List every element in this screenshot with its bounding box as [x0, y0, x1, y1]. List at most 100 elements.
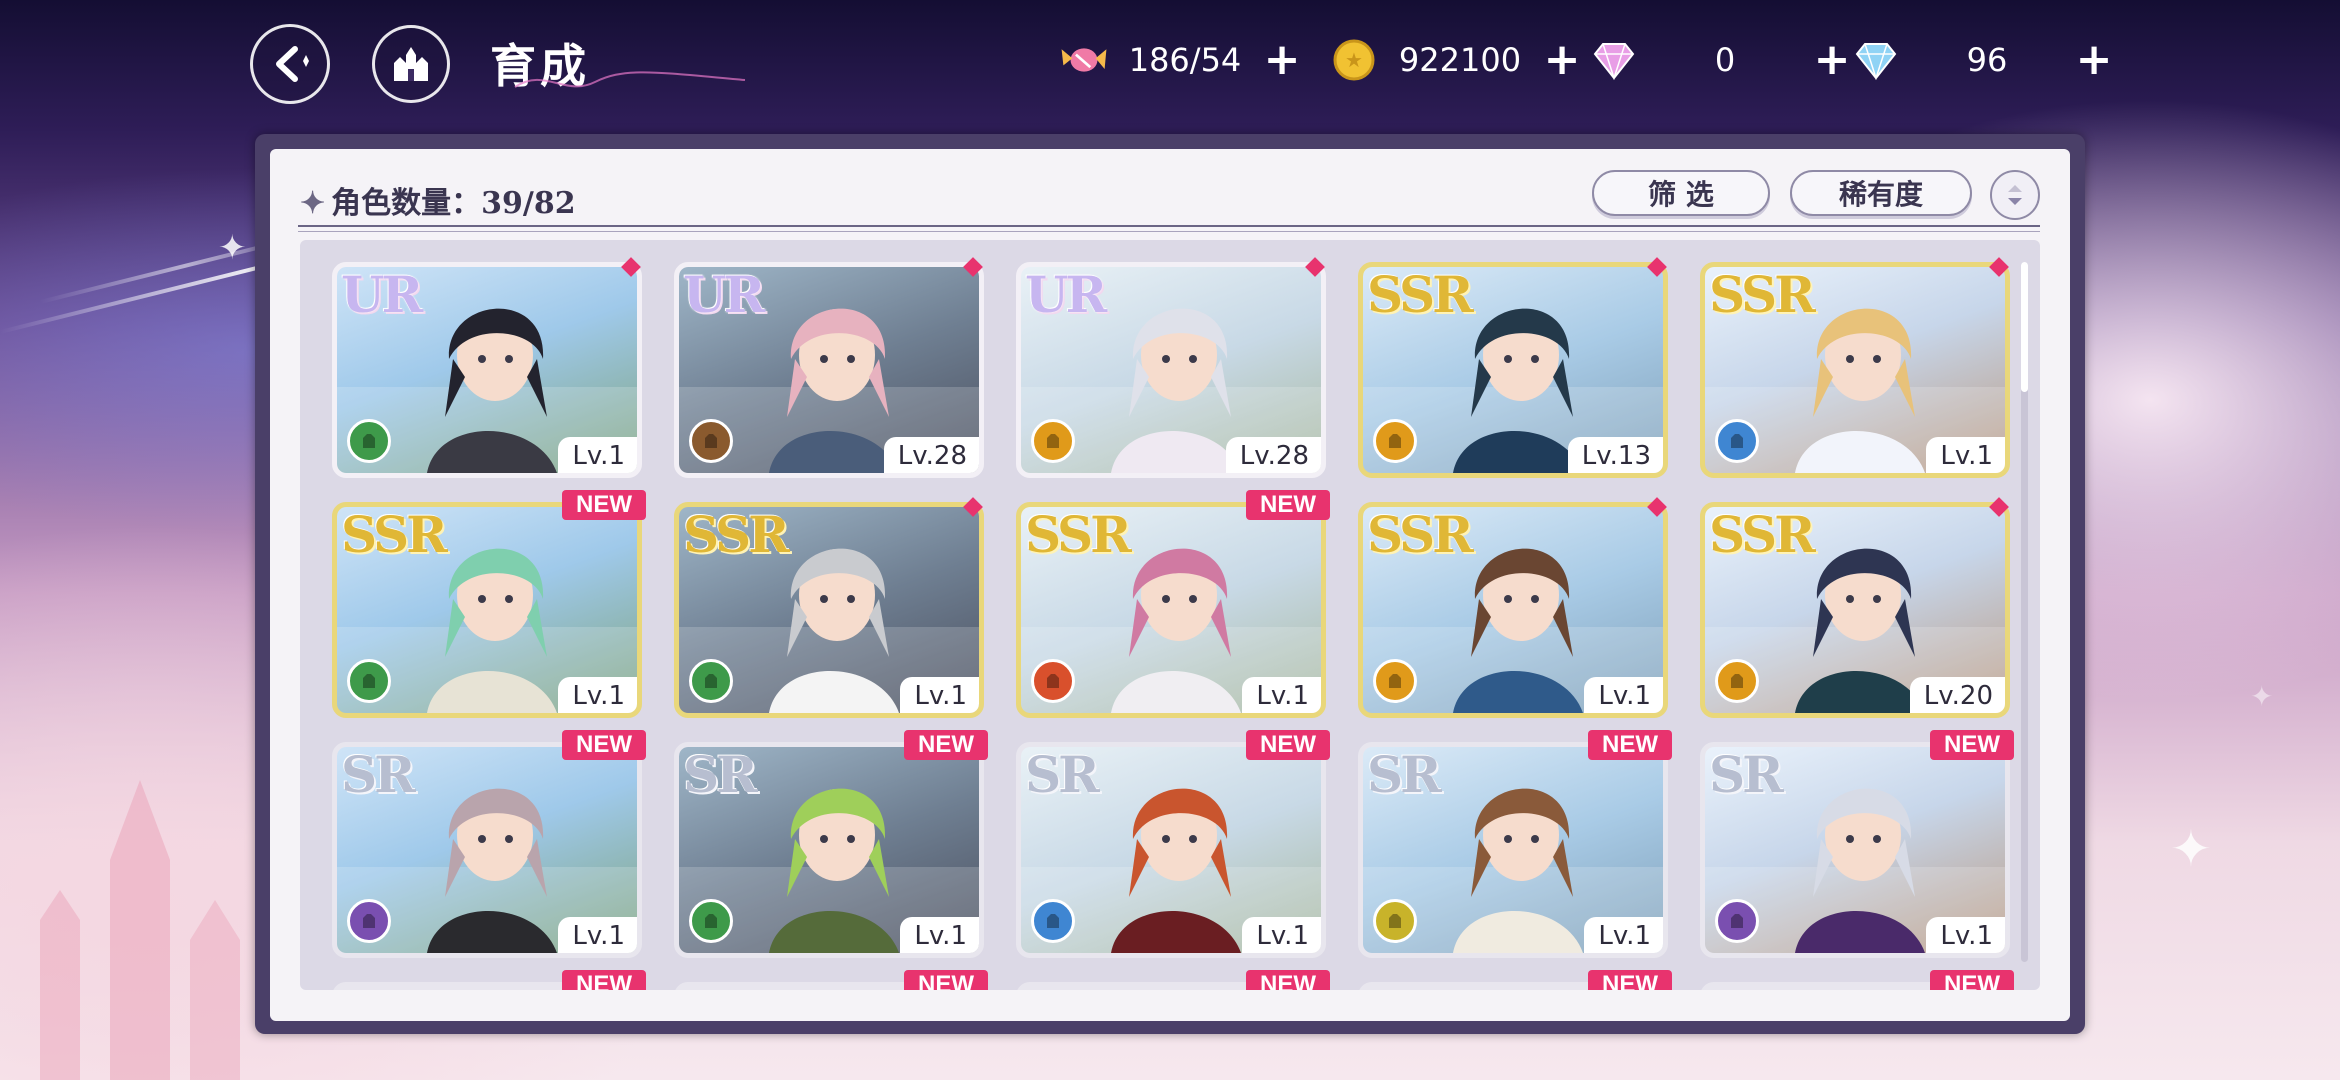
role-class-icon — [689, 419, 733, 463]
level-label: Lv.1 — [558, 437, 637, 473]
back-button[interactable] — [250, 24, 330, 104]
role-class-icon — [1031, 659, 1075, 703]
role-class-icon — [1373, 659, 1417, 703]
rarity-label: SR — [1367, 745, 1442, 804]
resource-gold: ★ 922100 + — [1328, 30, 1584, 90]
rarity-label: SR — [683, 745, 758, 804]
role-class-icon — [1715, 659, 1759, 703]
sort-order-button[interactable] — [1990, 170, 2040, 220]
sparkle-icon: ✦ — [300, 186, 326, 221]
role-class-icon — [1715, 419, 1759, 463]
home-button[interactable] — [372, 25, 450, 103]
sparkle-icon: ✦ — [2250, 680, 2274, 713]
rarity-label: SR — [341, 745, 416, 804]
level-label: Lv.1 — [1242, 917, 1321, 953]
level-label: Lv.1 — [1584, 677, 1663, 713]
character-card[interactable]: SSR Lv.13 — [1358, 262, 1668, 478]
new-badge: NEW — [904, 730, 988, 760]
level-label: Lv.20 — [1909, 677, 2005, 713]
rarity-label: SR — [1025, 745, 1100, 804]
role-class-icon — [347, 659, 391, 703]
castle-silhouette — [40, 780, 240, 1080]
level-label: Lv.1 — [1926, 917, 2005, 953]
divider — [298, 231, 2040, 232]
role-class-icon — [1715, 899, 1759, 943]
sparkle-icon: ✦ — [2170, 820, 2212, 878]
level-label: Lv.1 — [558, 677, 637, 713]
rarity-label: SSR — [683, 505, 790, 564]
character-card[interactable]: UR Lv.28 — [674, 262, 984, 478]
svg-text:★: ★ — [1345, 48, 1363, 72]
character-card[interactable]: SSR Lv.1 — [1700, 262, 2010, 478]
resource-value: 0 — [1714, 41, 1736, 79]
character-card[interactable]: SSR Lv.1 — [674, 502, 984, 718]
rarity-label: UR — [341, 265, 423, 324]
level-label: Lv.28 — [883, 437, 979, 473]
character-card[interactable]: SR Lv.1 — [1700, 742, 2010, 958]
sparkle-icon: ✦ — [218, 228, 247, 268]
add-pink-gem-button[interactable]: + — [1810, 38, 1854, 82]
candy-icon — [1058, 34, 1110, 86]
top-bar: 育成 186/54 + ★ 922100 + 0 + 96 + — [0, 0, 2340, 125]
character-count-text: 角色数量：39/82 — [331, 186, 576, 221]
add-candy-button[interactable]: + — [1260, 38, 1304, 82]
character-card[interactable]: UR Lv.1 — [332, 262, 642, 478]
role-class-icon — [347, 419, 391, 463]
role-class-icon — [1373, 899, 1417, 943]
rarity-label: SSR — [1025, 505, 1132, 564]
new-badge: NEW — [562, 490, 646, 520]
rarity-label: SSR — [1709, 505, 1816, 564]
character-card[interactable]: SSR Lv.20 — [1700, 502, 2010, 718]
rarity-sort-button[interactable]: 稀有度 — [1790, 170, 1972, 216]
level-label: Lv.13 — [1567, 437, 1663, 473]
new-badge: NEW — [904, 970, 988, 990]
title-flourish — [514, 71, 746, 88]
level-label: Lv.1 — [1242, 677, 1321, 713]
blue-diamond-icon — [1850, 34, 1902, 86]
character-card[interactable]: SSR Lv.1 — [1358, 502, 1668, 718]
level-label: Lv.1 — [1584, 917, 1663, 953]
add-gold-button[interactable]: + — [1540, 38, 1584, 82]
scrollbar[interactable] — [2021, 262, 2028, 962]
add-diamond-button[interactable]: + — [2072, 38, 2116, 82]
rarity-label: SSR — [1709, 265, 1816, 324]
character-count: ✦ 角色数量：39/82 — [300, 178, 576, 222]
sort-order-icon — [2008, 185, 2022, 205]
new-badge: NEW — [562, 730, 646, 760]
rarity-label: UR — [1025, 265, 1107, 324]
role-class-icon — [689, 659, 733, 703]
new-badge: NEW — [1930, 730, 2014, 760]
rarity-label: SSR — [341, 505, 448, 564]
panel-header: ✦ 角色数量：39/82 筛 选 稀有度 — [300, 170, 2040, 230]
level-label: Lv.1 — [900, 917, 979, 953]
rarity-label: UR — [683, 265, 765, 324]
character-card[interactable]: SSR Lv.1 — [1016, 502, 1326, 718]
level-label: Lv.1 — [558, 917, 637, 953]
castle-home-icon — [394, 47, 428, 81]
card-list: UR Lv.1 UR Lv.28 UR Lv.28 SSR Lv.13 SSR Lv.1 SSR Lv… — [300, 240, 2040, 990]
resource-value: 186/54 — [1128, 41, 1242, 79]
character-card[interactable]: UR Lv.28 — [1016, 262, 1326, 478]
character-card[interactable]: SSR Lv.1 — [332, 502, 642, 718]
resource-value: 922100 — [1398, 41, 1522, 79]
new-badge: NEW — [562, 970, 646, 990]
character-card[interactable]: SR Lv.1 — [1358, 742, 1668, 958]
level-label: Lv.28 — [1225, 437, 1321, 473]
level-label: Lv.1 — [900, 677, 979, 713]
character-card[interactable]: SR Lv.1 — [674, 742, 984, 958]
rarity-label: SR — [1709, 745, 1784, 804]
scrollbar-thumb[interactable] — [2021, 262, 2028, 392]
filter-button[interactable]: 筛 选 — [1592, 170, 1770, 216]
new-badge: NEW — [1246, 730, 1330, 760]
new-badge: NEW — [1588, 730, 1672, 760]
new-badge: NEW — [1930, 970, 2014, 990]
character-grid[interactable]: UR Lv.1 UR Lv.28 UR Lv.28 SSR Lv.13 SSR Lv.1 SSR Lv… — [300, 240, 2040, 990]
role-class-icon — [689, 899, 733, 943]
back-arrow-icon — [276, 46, 309, 82]
role-class-icon — [1031, 899, 1075, 943]
resource-candy: 186/54 + — [1058, 30, 1304, 90]
character-card[interactable]: SR Lv.1 — [1016, 742, 1326, 958]
gold-coin-icon: ★ — [1328, 34, 1380, 86]
character-card[interactable]: SR Lv.1 — [332, 742, 642, 958]
new-badge: NEW — [1246, 490, 1330, 520]
